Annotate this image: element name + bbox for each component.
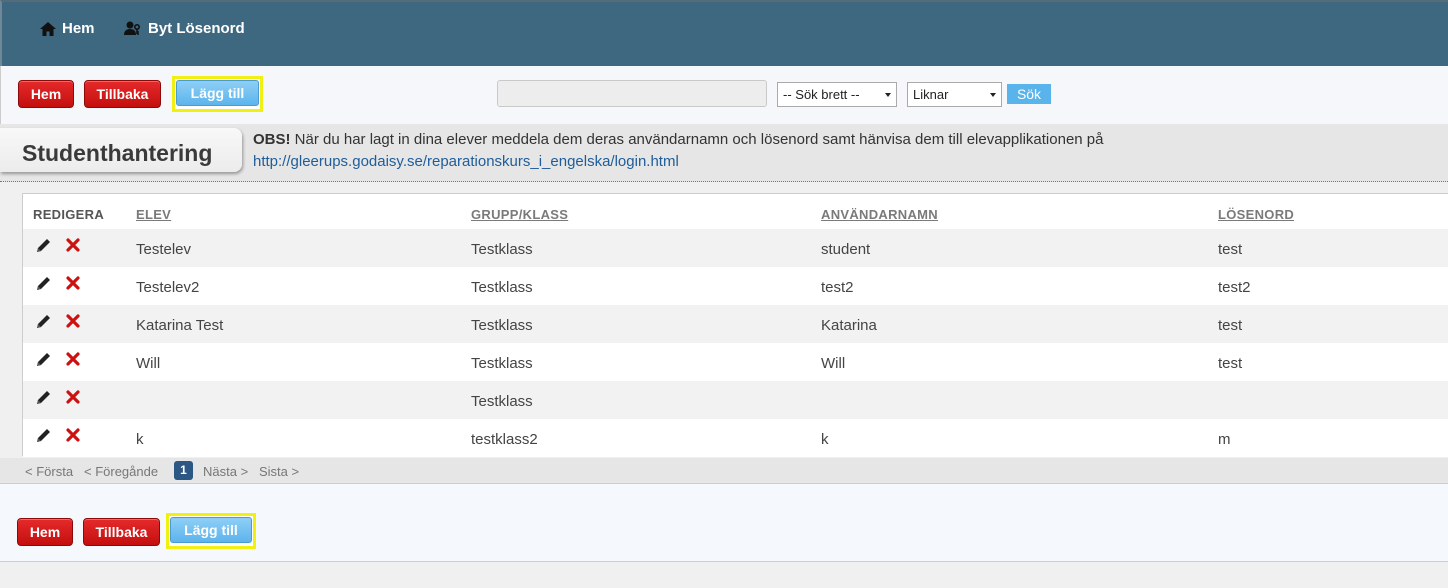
pencil-icon[interactable] <box>35 238 51 257</box>
column-header-elev[interactable]: ELEV <box>136 207 171 222</box>
chevron-down-icon <box>990 93 996 97</box>
cell-anvandarnamn: student <box>821 241 871 258</box>
nav-home-label: Hem <box>62 20 95 37</box>
pager-current-page[interactable]: 1 <box>174 461 193 480</box>
cell-elev: Katarina Test <box>136 317 224 334</box>
column-header-grupp[interactable]: GRUPP/KLASS <box>471 207 568 222</box>
add-button[interactable]: Lägg till <box>176 80 259 106</box>
cell-grupp: Testklass <box>471 393 533 410</box>
pager-prev-link[interactable]: < Föregånde <box>84 464 158 479</box>
top-navigation: Hem Byt Lösenord <box>0 0 1448 66</box>
nav-change-password-link[interactable]: Byt Lösenord <box>124 20 245 37</box>
home-button[interactable]: Hem <box>18 80 74 108</box>
cell-losenord: test <box>1218 317 1243 334</box>
pagination: < Första < Föregånde 1 Nästa > Sista > <box>0 458 1448 484</box>
toolbar: Hem Tillbaka Lägg till -- Sök brett -- L… <box>0 66 1448 124</box>
column-header-losenord[interactable]: LÖSENORD <box>1218 207 1294 222</box>
pencil-icon[interactable] <box>35 276 51 295</box>
table-row: k testklass2 k m <box>23 419 1448 457</box>
pager-last-link[interactable]: Sista > <box>259 464 299 479</box>
pencil-icon[interactable] <box>35 314 51 333</box>
cell-anvandarnamn: Will <box>821 355 846 372</box>
search-button[interactable]: Sök <box>1007 84 1051 104</box>
notice-bold: OBS! <box>253 131 291 148</box>
x-icon[interactable] <box>66 428 80 445</box>
match-mode-value: Liknar <box>913 87 949 102</box>
bottom-toolbar: Hem Tillbaka Lägg till <box>0 484 1448 562</box>
cell-losenord: test <box>1218 355 1243 372</box>
cell-elev: Testelev2 <box>136 279 200 296</box>
home-button[interactable]: Hem <box>17 518 73 546</box>
cell-losenord: test2 <box>1218 279 1251 296</box>
back-button[interactable]: Tillbaka <box>83 518 160 546</box>
cell-grupp: Testklass <box>471 355 533 372</box>
info-bar: Studenthantering OBS! När du har lagt in… <box>0 124 1448 182</box>
pencil-icon[interactable] <box>35 428 51 447</box>
cell-elev: k <box>136 431 144 448</box>
pager-first-link[interactable]: < Första <box>25 464 73 479</box>
x-icon[interactable] <box>66 352 80 369</box>
cell-elev: Testelev <box>136 241 192 258</box>
search-scope-select[interactable]: -- Sök brett -- <box>777 82 897 107</box>
add-button[interactable]: Lägg till <box>170 517 252 543</box>
nav-home-link[interactable]: Hem <box>40 20 95 37</box>
table-row: Katarina Test Testklass Katarina test <box>23 305 1448 343</box>
cell-anvandarnamn: test2 <box>821 279 854 296</box>
cell-anvandarnamn: k <box>821 431 829 448</box>
search-scope-value: -- Sök brett -- <box>783 87 860 102</box>
back-button[interactable]: Tillbaka <box>84 80 161 108</box>
pager-next-link[interactable]: Nästa > <box>203 464 248 479</box>
notice-text: När du har lagt in dina elever meddela d… <box>290 131 1104 148</box>
table-row: Testklass <box>23 381 1448 419</box>
match-mode-select[interactable]: Liknar <box>907 82 1002 107</box>
notice: OBS! När du har lagt in dina elever medd… <box>253 129 1103 173</box>
column-header-redigera: REDIGERA <box>33 207 105 222</box>
cell-grupp: Testklass <box>471 279 533 296</box>
cell-elev: Will <box>136 355 161 372</box>
add-button-highlight: Lägg till <box>172 76 263 112</box>
table-row: Testelev Testklass student test <box>23 229 1448 267</box>
cell-anvandarnamn: Katarina <box>821 317 877 334</box>
search-input[interactable] <box>497 80 767 107</box>
x-icon[interactable] <box>66 276 80 293</box>
pencil-icon[interactable] <box>35 390 51 409</box>
cell-grupp: testklass2 <box>471 431 538 448</box>
pencil-icon[interactable] <box>35 352 51 371</box>
x-icon[interactable] <box>66 314 80 331</box>
table-row: Will Testklass Will test <box>23 343 1448 381</box>
nav-change-password-label: Byt Lösenord <box>148 20 245 37</box>
student-table: REDIGERA ELEV GRUPP/KLASS ANVÄNDARNAMN L… <box>22 193 1448 457</box>
x-icon[interactable] <box>66 238 80 255</box>
column-header-anvandarnamn[interactable]: ANVÄNDARNAMN <box>821 207 938 222</box>
add-button-highlight: Lägg till <box>166 513 256 549</box>
table-row: Testelev2 Testklass test2 test2 <box>23 267 1448 305</box>
page-title-tab: Studenthantering <box>0 128 242 172</box>
cell-losenord: m <box>1218 431 1231 448</box>
x-icon[interactable] <box>66 390 80 407</box>
cell-losenord: test <box>1218 241 1243 258</box>
home-icon <box>40 21 56 36</box>
chevron-down-icon <box>885 93 891 97</box>
page-title: Studenthantering <box>22 140 213 166</box>
user-key-icon <box>124 21 142 36</box>
cell-grupp: Testklass <box>471 317 533 334</box>
student-app-link[interactable]: http://gleerups.godaisy.se/reparationsku… <box>253 153 679 170</box>
cell-grupp: Testklass <box>471 241 533 258</box>
